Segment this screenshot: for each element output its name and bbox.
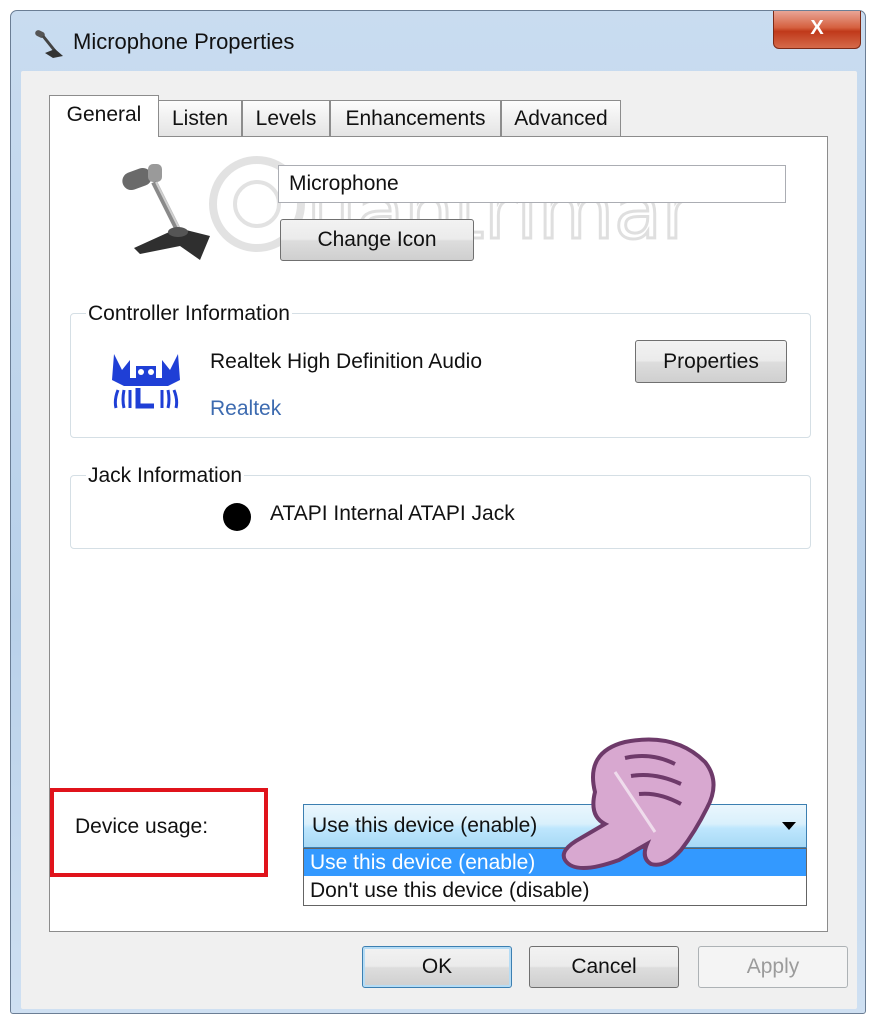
microphone-icon: [122, 164, 210, 260]
window-title: Microphone Properties: [73, 29, 295, 54]
device-name-input[interactable]: [278, 165, 786, 203]
microphone-small-icon: [35, 30, 63, 58]
dropdown-option-disable[interactable]: Don't use this device (disable): [304, 877, 806, 904]
jack-group-label: Jack Information: [86, 464, 245, 488]
tab-levels[interactable]: Levels: [242, 100, 330, 136]
device-usage-selected-value: Use this device (enable): [312, 814, 538, 837]
properties-button[interactable]: Properties: [635, 340, 787, 383]
close-icon: X: [810, 17, 824, 39]
close-button[interactable]: X: [773, 11, 861, 49]
controller-group-label: Controller Information: [86, 302, 292, 326]
tab-listen[interactable]: Listen: [158, 100, 242, 136]
jack-name: ATAPI Internal ATAPI Jack: [270, 502, 515, 525]
hand-pointer-icon: [561, 737, 716, 870]
dropdown-arrow-icon: [782, 822, 796, 830]
ok-button[interactable]: OK: [362, 946, 512, 988]
realtek-logo-icon: [112, 354, 180, 409]
tab-general[interactable]: General: [49, 95, 159, 137]
apply-button[interactable]: Apply: [698, 946, 848, 988]
controller-vendor-link[interactable]: Realtek: [210, 397, 281, 421]
jack-color-indicator: [223, 503, 251, 531]
controller-name: Realtek High Definition Audio: [210, 350, 482, 373]
device-usage-label: Device usage:: [75, 815, 209, 838]
cancel-button[interactable]: Cancel: [529, 946, 679, 988]
tab-enhancements[interactable]: Enhancements: [330, 100, 501, 136]
tab-advanced[interactable]: Advanced: [501, 100, 621, 136]
change-icon-button[interactable]: Change Icon: [280, 219, 474, 261]
